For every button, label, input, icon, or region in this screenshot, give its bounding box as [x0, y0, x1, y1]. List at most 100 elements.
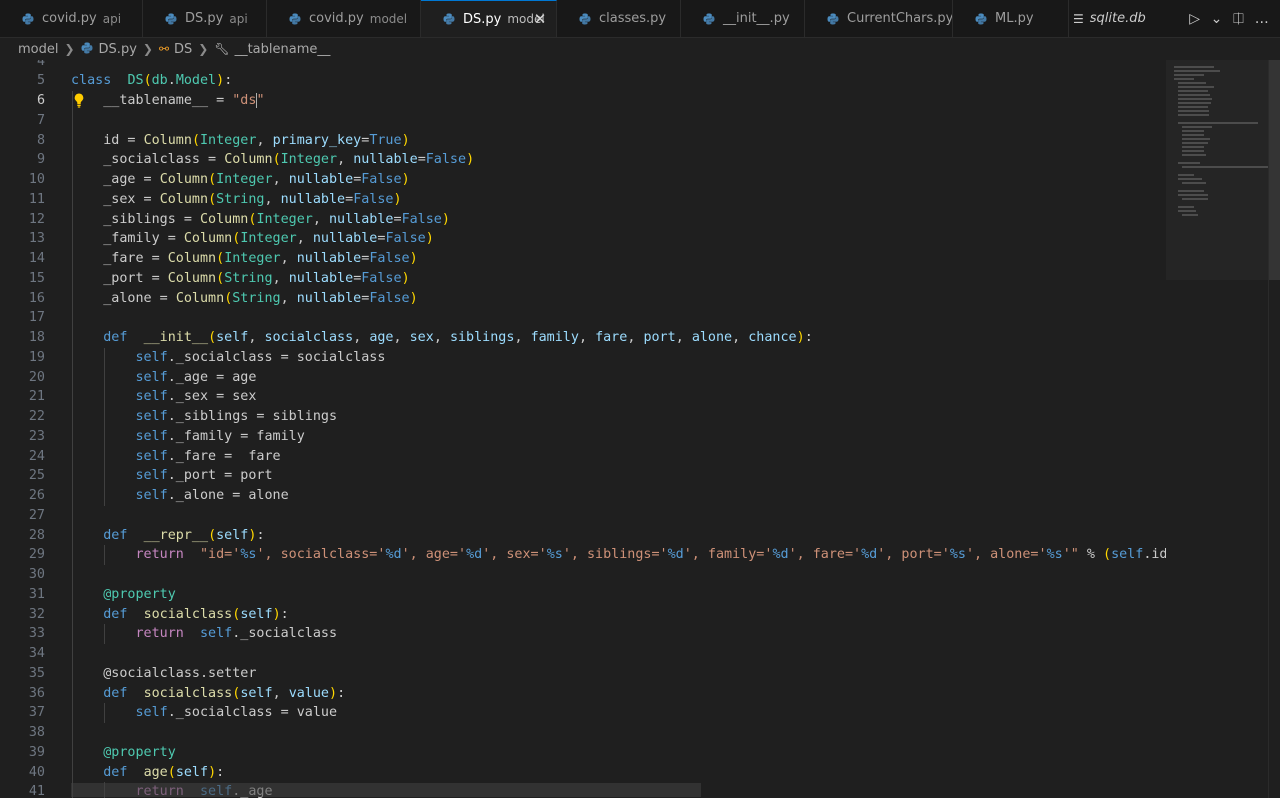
code-token: ,: [272, 685, 289, 701]
code-line[interactable]: 21 self._sex = sex: [0, 387, 1166, 407]
tab-init-py[interactable]: __init__.py: [681, 0, 805, 37]
code-line[interactable]: 12 _siblings = Column(Integer, nullable=…: [0, 209, 1166, 230]
code-line[interactable]: 7: [0, 110, 1166, 131]
minimap-line: [1178, 94, 1210, 96]
breadcrumb-class[interactable]: ⚯ DS: [159, 42, 192, 57]
split-editor-icon[interactable]: ⎅: [1233, 11, 1244, 27]
vertical-scrollbar-thumb[interactable]: [1269, 60, 1280, 280]
code-token: %s: [1046, 547, 1063, 563]
tab-covid-py-model[interactable]: covid.py model: [267, 0, 421, 37]
code-line[interactable]: 23 self._family = family: [0, 426, 1166, 447]
tab-currentchars-py[interactable]: CurrentChars.py: [805, 0, 953, 37]
code-line[interactable]: 6 __tablename__ = "ds": [0, 91, 1166, 111]
code-line[interactable]: 11 _sex = Column(String, nullable=False): [0, 189, 1166, 210]
code-token: ', age=': [401, 547, 467, 563]
code-line[interactable]: 39 @property: [0, 742, 1166, 763]
code-token: ', family=': [683, 547, 773, 563]
vertical-scrollbar[interactable]: [1268, 60, 1280, 798]
horizontal-scrollbar-thumb[interactable]: [71, 783, 701, 797]
code-line[interactable]: 40 def age(self):: [0, 762, 1166, 783]
code-line[interactable]: 28 def __repr__(self):: [0, 525, 1166, 546]
breadcrumb-file[interactable]: DS.py: [81, 42, 137, 57]
code-line[interactable]: 24 self._fare = fare: [0, 446, 1166, 467]
code-line[interactable]: 18 def __init__(self, socialclass, age, …: [0, 328, 1166, 348]
code-token: %d: [385, 547, 402, 563]
minimap-line: [1178, 178, 1202, 180]
indent-guide: [72, 110, 73, 131]
code-line[interactable]: 34: [0, 644, 1166, 664]
minimap-slider[interactable]: [1166, 60, 1268, 280]
tab-ds-py-model[interactable]: DS.py model ✕: [421, 0, 557, 37]
minimap-line: [1182, 138, 1210, 140]
tab-sqlite-db[interactable]: ☰ sqlite.db: [1069, 0, 1149, 37]
tab-ds-py-api[interactable]: DS.py api: [143, 0, 267, 37]
run-menu-chevron-icon[interactable]: ⌄: [1211, 11, 1223, 27]
code-line[interactable]: 10 _age = Column(Integer, nullable=False…: [0, 170, 1166, 190]
code-line[interactable]: 5 class DS(db.Model):: [0, 71, 1166, 91]
code-token: def: [103, 527, 128, 543]
minimap-line: [1174, 70, 1220, 72]
code-line[interactable]: 22 self._siblings = siblings: [0, 407, 1166, 427]
more-actions-icon[interactable]: …: [1255, 11, 1269, 27]
code-line[interactable]: 29 return "id='%s', socialclass='%d', ag…: [0, 545, 1166, 565]
line-number: 14: [28, 251, 45, 266]
tab-classes-py[interactable]: classes.py: [557, 0, 681, 37]
line-number: 10: [28, 172, 45, 187]
code-text: return "id='%s', socialclass='%d', age='…: [71, 545, 1167, 565]
breadcrumb-symbol[interactable]: 🔧︎ __tablename__: [214, 42, 330, 57]
code-line[interactable]: 33 return self._socialclass: [0, 624, 1166, 644]
code-line[interactable]: 20 self._age = age: [0, 367, 1166, 388]
code-line[interactable]: 14 _fare = Column(Integer, nullable=Fals…: [0, 249, 1166, 269]
run-icon[interactable]: ▷: [1189, 11, 1200, 27]
code-token: ', sex=': [482, 547, 547, 563]
code-line[interactable]: 26 self._alone = alone: [0, 486, 1166, 506]
tab-covid-py-api[interactable]: covid.py api: [0, 0, 143, 37]
code-token: socialclass: [143, 606, 233, 622]
line-number: 36: [28, 685, 45, 701]
minimap[interactable]: [1166, 60, 1272, 798]
code-token: self: [135, 409, 168, 424]
code-line[interactable]: 27: [0, 505, 1166, 526]
code-editor[interactable]: 4 5 class DS(db.Model): 6 __tablename__ = "…: [0, 60, 1166, 798]
lightbulb-icon[interactable]: [73, 92, 85, 109]
python-file-icon: [827, 13, 839, 25]
code-line[interactable]: 17: [0, 308, 1166, 328]
tab-ml-py[interactable]: ML.py: [953, 0, 1069, 37]
line-number: 23: [28, 428, 45, 444]
code-line[interactable]: 37 self._socialclass = value: [0, 703, 1166, 723]
close-icon[interactable]: ✕: [532, 11, 548, 27]
line-number: 8: [36, 132, 45, 148]
breadcrumb-folder[interactable]: model: [18, 42, 58, 57]
line-number: 30: [28, 567, 45, 582]
code-line[interactable]: 30: [0, 565, 1166, 585]
code-line[interactable]: 36 def socialclass(self, value):: [0, 683, 1166, 704]
code-line[interactable]: 32 def socialclass(self):: [0, 604, 1166, 625]
code-token: self: [240, 606, 273, 622]
code-token: %d: [466, 547, 483, 563]
line-number: 5: [36, 73, 45, 89]
code-token: id =: [71, 132, 144, 148]
code-token: port: [643, 330, 676, 345]
code-token: (: [143, 73, 152, 89]
code-line[interactable]: 13 _family = Column(Integer, nullable=Fa…: [0, 229, 1166, 249]
code-token: def: [103, 764, 128, 780]
code-line[interactable]: 31 @property: [0, 584, 1166, 605]
line-number: 34: [28, 646, 45, 661]
code-line[interactable]: 19 self._socialclass = socialclass: [0, 347, 1166, 368]
code-line[interactable]: 38: [0, 723, 1166, 743]
code-token: "id=': [200, 547, 241, 563]
code-line[interactable]: 25 self._port = port: [0, 466, 1166, 486]
minimap-line: [1182, 134, 1204, 136]
code-line[interactable]: 4: [0, 60, 1166, 71]
code-line[interactable]: 8 id = Column(Integer, primary_key=True): [0, 130, 1166, 151]
code-text: return self._socialclass: [71, 624, 338, 644]
code-line[interactable]: 16 _alone = Column(String, nullable=Fals…: [0, 288, 1166, 309]
python-file-icon: [703, 13, 715, 25]
code-token: Integer: [224, 251, 281, 266]
code-line[interactable]: 9 _socialclass = Column(Integer, nullabl…: [0, 150, 1166, 170]
code-token: family: [530, 330, 579, 345]
code-line[interactable]: 15 _port = Column(String, nullable=False…: [0, 268, 1166, 289]
code-line[interactable]: 35 @socialclass.setter: [0, 663, 1166, 684]
code-token: ,: [264, 191, 281, 207]
